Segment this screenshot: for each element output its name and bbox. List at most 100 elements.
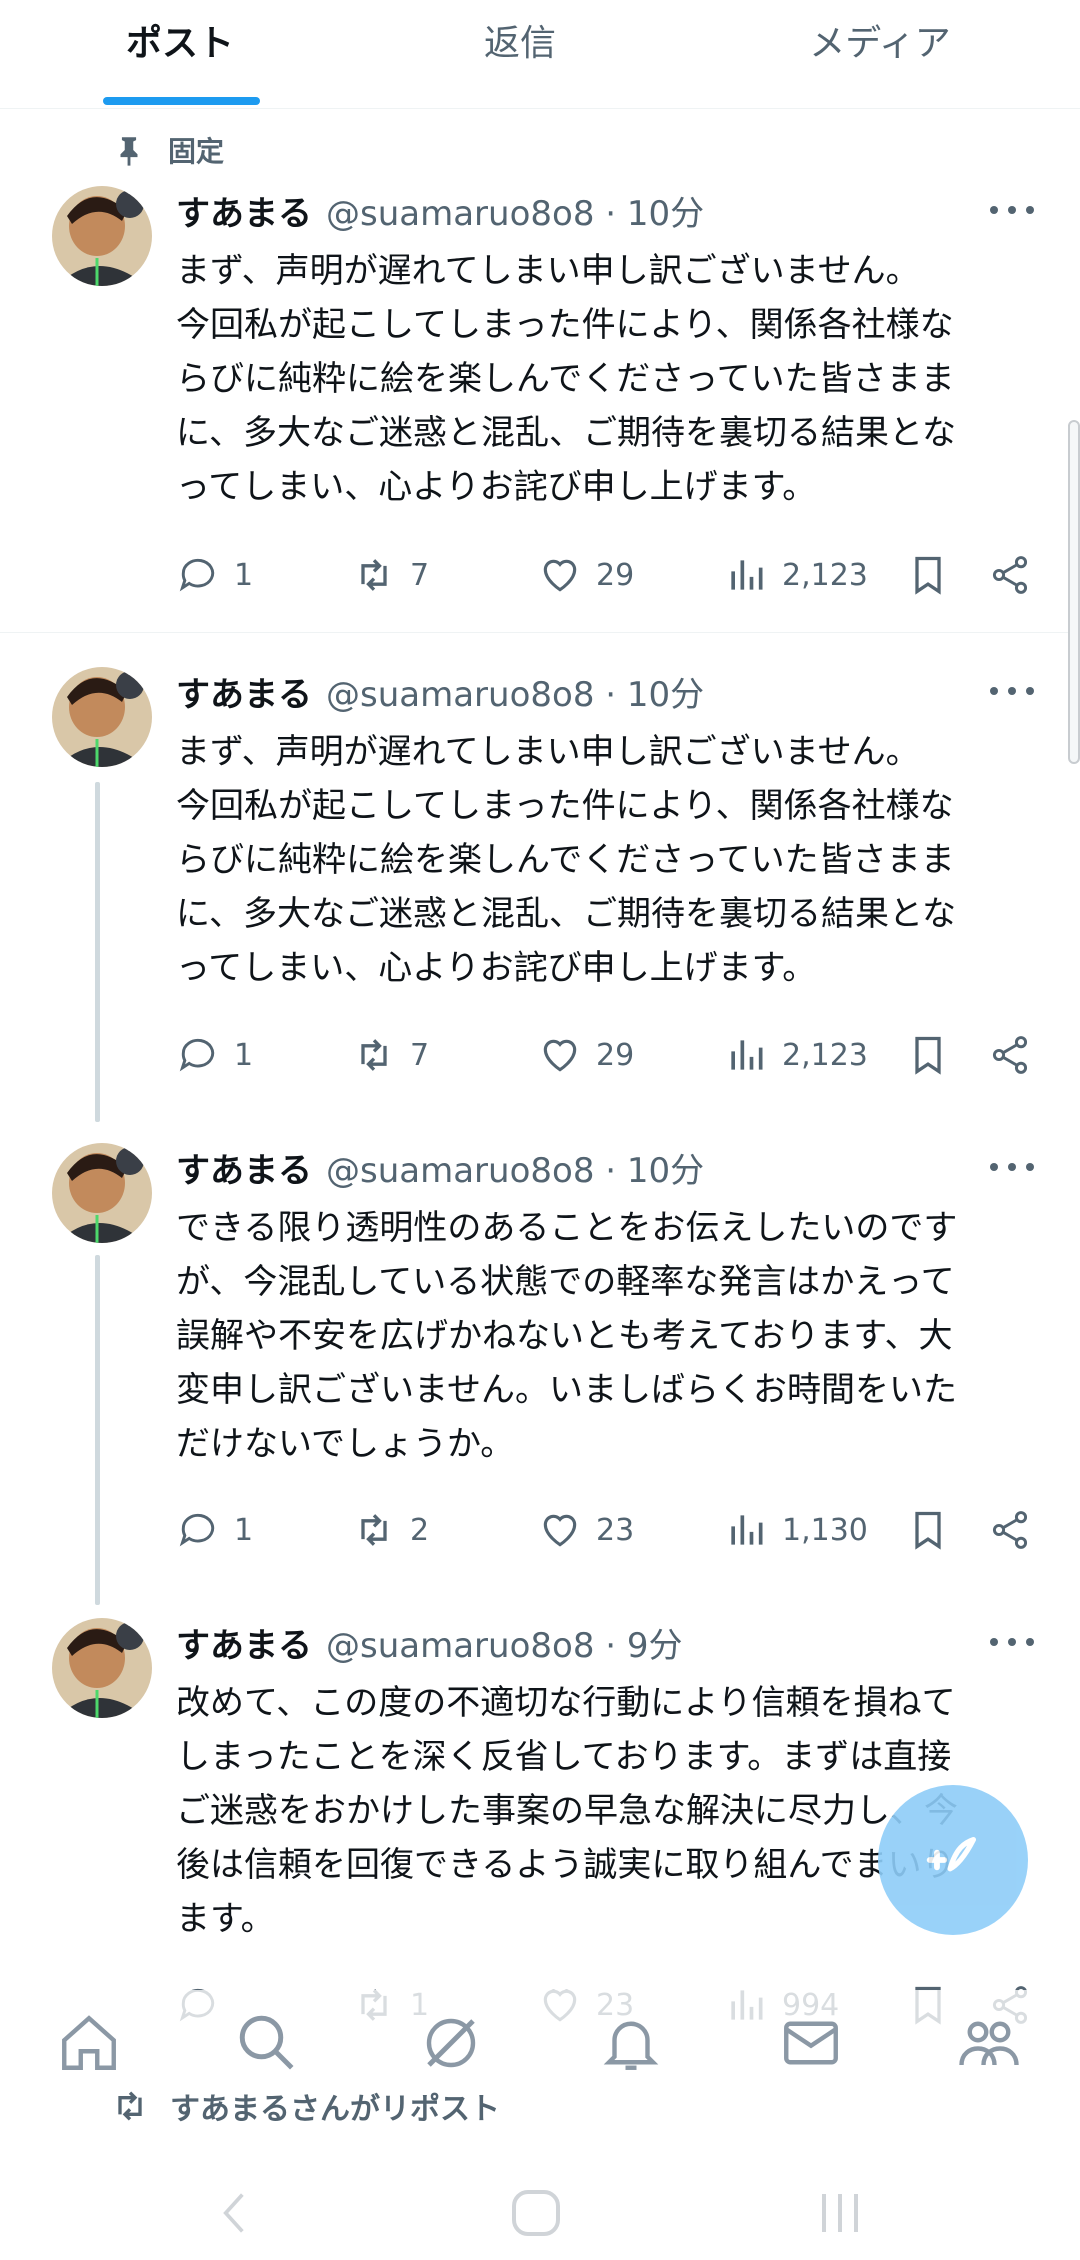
display-name[interactable]: すあまる [176, 1618, 312, 1667]
back-icon[interactable] [214, 2188, 254, 2238]
bookmark-button[interactable] [906, 1505, 950, 1555]
post-line: 改めて、この度の不適切な行動により信頼を損ねて [176, 1683, 956, 1723]
post-actions: 1 7 29 2,123 [176, 550, 1040, 600]
post-header: すあまる @suamaruo8o8 · 10分 [176, 666, 704, 716]
compose-button[interactable] [878, 1785, 1028, 1935]
post-text: できる限り透明性のあることをお伝えしたいのです が、今混乱している状態での軽率な… [176, 1201, 1036, 1471]
repost-icon [361, 559, 387, 591]
handle-time[interactable]: @suamaruo8o8 · 9分 [326, 1618, 683, 1667]
search-icon[interactable] [234, 2010, 300, 2076]
bell-icon[interactable] [598, 2010, 664, 2076]
repost-icon [361, 1039, 387, 1071]
post-line: 今回私が起こしてしまった件により、関係各社様な [176, 305, 954, 345]
reply-button[interactable]: 1 [176, 1030, 253, 1080]
like-button[interactable]: 29 [538, 1030, 634, 1080]
share-icon [992, 556, 1028, 594]
repost-button[interactable]: 7 [352, 1030, 429, 1080]
system-navigation-bar [0, 2160, 1080, 2260]
mail-icon[interactable] [778, 2010, 844, 2076]
views-button[interactable]: 2,123 [724, 1030, 868, 1080]
avatar[interactable] [52, 1143, 152, 1243]
like-count: 29 [596, 557, 635, 593]
grok-icon[interactable] [418, 2010, 484, 2076]
like-count: 29 [596, 1037, 635, 1073]
share-icon [992, 1511, 1028, 1549]
bookmark-button[interactable] [906, 550, 950, 600]
reply-icon [179, 558, 215, 592]
post-line: まず、声明が遅れてしまい申し訳ございません。 [176, 251, 920, 291]
like-button[interactable]: 29 [538, 550, 634, 600]
share-button[interactable] [988, 1505, 1032, 1555]
repost-indicator: すあまるさんがリポスト [110, 2086, 500, 2127]
heart-icon [543, 1514, 577, 1547]
post-line: が、今混乱している状態での軽率な発言はかえって [176, 1262, 955, 1302]
view-count: 2,123 [782, 557, 868, 593]
post-line: に、多大なご迷惑と混乱、ご期待を裏切る結果とな [176, 894, 956, 934]
post-header: すあまる @suamaruo8o8 · 9分 [176, 1617, 683, 1667]
like-button[interactable]: 23 [538, 1505, 634, 1555]
more-options-icon[interactable] [990, 200, 1034, 220]
repost-count: 7 [410, 557, 430, 593]
more-options-icon[interactable] [990, 1157, 1034, 1177]
post-line: 誤解や不安を広げかねないとも考えております、大 [176, 1316, 953, 1356]
avatar[interactable] [52, 667, 152, 767]
repost-count: 2 [410, 1512, 430, 1548]
post-line: らびに純粋に絵を楽しんでくださっていた皆さまま [176, 840, 955, 880]
thread-line [95, 1255, 100, 1605]
avatar[interactable] [52, 1618, 152, 1718]
post-line: らびに純粋に絵を楽しんでくださっていた皆さまま [176, 359, 955, 399]
views-icon [731, 1040, 763, 1070]
reply-count: 1 [234, 1512, 254, 1548]
display-name[interactable]: すあまる [176, 667, 312, 716]
handle-time[interactable]: @suamaruo8o8 · 10分 [326, 667, 704, 716]
display-name[interactable]: すあまる [176, 1143, 312, 1192]
post-line: 変申し訳ございません。いましばらくお時間をいた [176, 1370, 957, 1410]
heart-icon [543, 1039, 577, 1072]
more-options-icon[interactable] [990, 681, 1034, 701]
home-nav-icon[interactable] [508, 2188, 564, 2238]
reply-count: 1 [234, 1037, 254, 1073]
share-icon [992, 1036, 1028, 1074]
avatar[interactable] [52, 186, 152, 286]
reply-count: 1 [234, 557, 254, 593]
views-button[interactable]: 1,130 [724, 1505, 868, 1555]
share-button[interactable] [988, 1030, 1032, 1080]
handle-time[interactable]: @suamaruo8o8 · 10分 [326, 1143, 704, 1192]
view-count: 1,130 [782, 1512, 868, 1548]
bookmark-button[interactable] [906, 1030, 950, 1080]
repost-count: 7 [410, 1037, 430, 1073]
home-icon[interactable] [56, 2010, 122, 2076]
post-line: しまったことを深く反省しております。まずは直接 [176, 1737, 952, 1777]
reply-button[interactable]: 1 [176, 550, 253, 600]
reply-button[interactable]: 1 [176, 1505, 253, 1555]
scrollbar[interactable] [1068, 420, 1080, 764]
post-line: ってしまい、心よりお詫び申し上げます。 [176, 467, 817, 507]
repost-button[interactable]: 2 [352, 1505, 429, 1555]
share-button[interactable] [988, 550, 1032, 600]
bookmark-icon [915, 1511, 941, 1550]
post-line: に、多大なご迷惑と混乱、ご期待を裏切る結果とな [176, 413, 956, 453]
display-name[interactable]: すあまる [176, 186, 312, 235]
post-line: できる限り透明性のあることをお伝えしたいのです [176, 1208, 958, 1248]
post-actions: 1 2 23 1,130 [176, 1505, 1040, 1555]
tab-posts[interactable]: ポスト [120, 14, 240, 66]
repost-button[interactable]: 7 [352, 550, 429, 600]
communities-icon[interactable] [956, 2010, 1022, 2076]
repost-banner-label: すあまるさんがリポスト [170, 2092, 500, 2127]
reply-icon [179, 1513, 215, 1547]
views-button[interactable]: 2,123 [724, 550, 868, 600]
views-icon [731, 1515, 763, 1545]
more-options-icon[interactable] [990, 1632, 1034, 1652]
view-count: 2,123 [782, 1037, 868, 1073]
post-text: まず、声明が遅れてしまい申し訳ございません。 今回私が起こしてしまった件により、… [176, 244, 1036, 514]
handle-time[interactable]: @suamaruo8o8 · 10分 [326, 186, 704, 235]
post-actions: 1 7 29 2,123 [176, 1030, 1040, 1080]
repost-icon [118, 2091, 142, 2121]
recent-apps-icon[interactable] [812, 2188, 868, 2238]
heart-icon [543, 559, 577, 592]
tab-replies[interactable]: 返信 [460, 14, 580, 66]
pinned-label: 固定 [168, 135, 225, 168]
tab-media[interactable]: メディア [780, 14, 980, 66]
post-line: 今回私が起こしてしまった件により、関係各社様な [176, 786, 954, 826]
post-divider [0, 632, 1080, 633]
